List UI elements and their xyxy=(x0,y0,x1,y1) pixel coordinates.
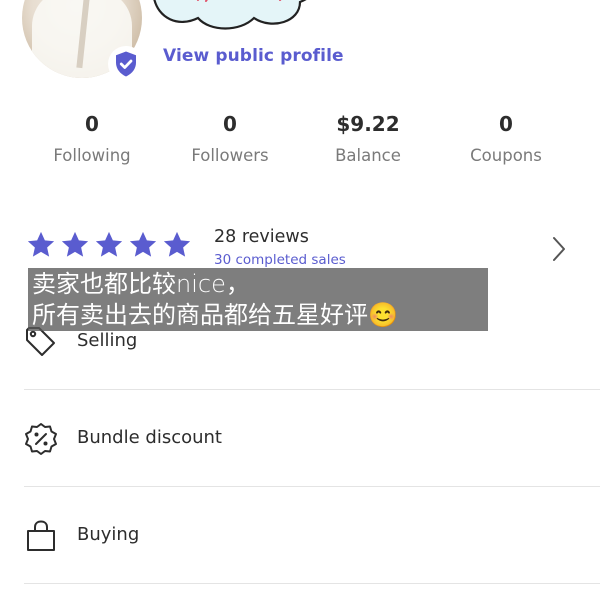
stat-value: 0 xyxy=(499,112,513,136)
stat-following[interactable]: 0 Following xyxy=(27,112,157,167)
divider xyxy=(24,583,600,584)
stat-label: Followers xyxy=(191,146,269,165)
menu-item-label: Buying xyxy=(77,524,140,545)
star-icon xyxy=(61,231,89,257)
chevron-right-icon xyxy=(553,237,565,261)
stat-label: Following xyxy=(53,146,131,165)
menu-item-buying[interactable]: Buying xyxy=(0,506,600,566)
star-icon xyxy=(129,231,157,257)
percent-badge-icon xyxy=(25,423,57,455)
subtitle-line-2: 所有卖出去的商品都给五星好评😊 xyxy=(32,301,398,329)
star-icon xyxy=(95,231,123,257)
star-icon xyxy=(163,231,191,257)
stat-label: Coupons xyxy=(470,146,542,165)
stat-followers[interactable]: 0 Followers xyxy=(165,112,295,167)
divider xyxy=(24,389,600,390)
cloud-sticker-icon xyxy=(153,0,307,30)
stat-coupons[interactable]: 0 Coupons xyxy=(441,112,571,167)
stat-label: Balance xyxy=(335,146,401,165)
stat-value: 0 xyxy=(85,112,99,136)
stat-balance[interactable]: $9.22 Balance xyxy=(303,112,433,167)
star-rating xyxy=(26,230,192,260)
reviews-row[interactable]: 28 reviews 30 completed sales xyxy=(0,222,600,272)
stat-value: 0 xyxy=(223,112,237,136)
menu-item-label: Selling xyxy=(77,330,138,351)
verified-badge-icon xyxy=(108,46,144,82)
view-public-profile-link[interactable]: View public profile xyxy=(163,46,344,66)
divider xyxy=(24,486,600,487)
stat-value: $9.22 xyxy=(336,112,400,136)
subtitle-line-1: 卖家也都比较nice， xyxy=(32,270,250,298)
shopping-bag-icon xyxy=(27,520,55,551)
review-count: 28 reviews xyxy=(214,227,309,247)
menu-item-label: Bundle discount xyxy=(77,427,222,448)
video-subtitle: 卖家也都比较nice， 所有卖出去的商品都给五星好评😊 xyxy=(28,268,488,331)
menu-item-bundle-discount[interactable]: Bundle discount xyxy=(0,409,600,469)
star-icon xyxy=(27,231,55,257)
completed-sales: 30 completed sales xyxy=(214,252,346,268)
